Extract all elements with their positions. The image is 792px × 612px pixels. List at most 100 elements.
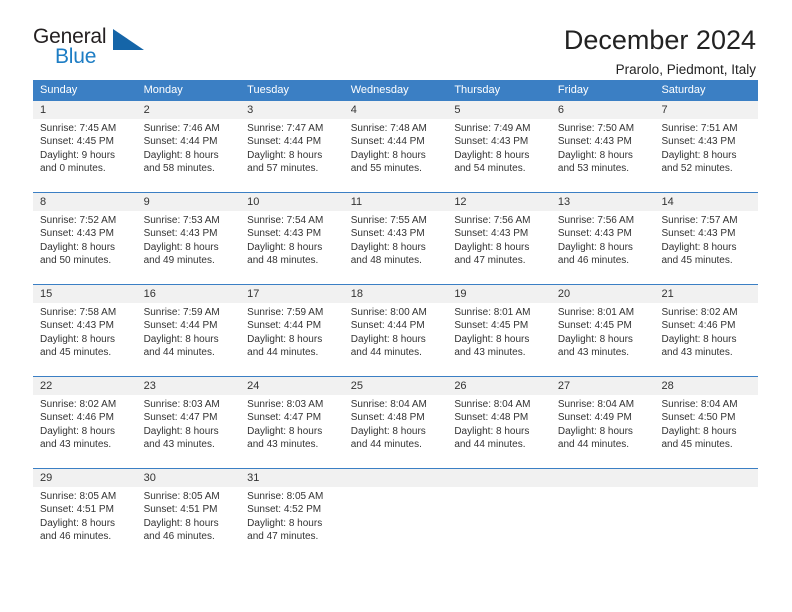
day-number[interactable]: 20 — [551, 285, 655, 303]
day-number[interactable]: 12 — [447, 193, 551, 211]
day-cell[interactable]: Sunrise: 7:53 AM Sunset: 4:43 PM Dayligh… — [137, 211, 241, 284]
day-cell[interactable]: Sunrise: 7:59 AM Sunset: 4:44 PM Dayligh… — [240, 303, 344, 376]
day-cell-empty — [654, 487, 758, 553]
page-subtitle: Prarolo, Piedmont, Italy — [615, 62, 756, 78]
day-cell[interactable]: Sunrise: 8:04 AM Sunset: 4:50 PM Dayligh… — [654, 395, 758, 468]
day-number[interactable]: 7 — [654, 101, 758, 119]
day-cell[interactable]: Sunrise: 7:50 AM Sunset: 4:43 PM Dayligh… — [551, 119, 655, 192]
general-blue-logo[interactable]: General Blue — [33, 26, 145, 76]
daylight-text-line1: Daylight: 8 hours — [661, 333, 737, 345]
day-cell[interactable]: Sunrise: 7:56 AM Sunset: 4:43 PM Dayligh… — [551, 211, 655, 284]
day-number[interactable]: 3 — [240, 101, 344, 119]
day-cell[interactable]: Sunrise: 8:02 AM Sunset: 4:46 PM Dayligh… — [33, 395, 137, 468]
daylight-text-line1: Daylight: 8 hours — [247, 333, 323, 345]
day-cell[interactable]: Sunrise: 8:01 AM Sunset: 4:45 PM Dayligh… — [447, 303, 551, 376]
day-cell[interactable]: Sunrise: 7:47 AM Sunset: 4:44 PM Dayligh… — [240, 119, 344, 192]
calendar-week-row: 1 2 3 4 5 6 7 Sunrise: 7:45 AM Sunset: 4… — [33, 100, 758, 192]
day-number[interactable]: 9 — [137, 193, 241, 211]
day-cell[interactable]: Sunrise: 7:58 AM Sunset: 4:43 PM Dayligh… — [33, 303, 137, 376]
day-cell[interactable]: Sunrise: 8:05 AM Sunset: 4:52 PM Dayligh… — [240, 487, 344, 553]
daylight-text-line1: Daylight: 8 hours — [454, 149, 530, 161]
sunset-text: Sunset: 4:46 PM — [661, 320, 736, 332]
sunset-text: Sunset: 4:48 PM — [454, 412, 529, 424]
day-number[interactable]: 1 — [33, 101, 137, 119]
day-number[interactable]: 13 — [551, 193, 655, 211]
sunset-text: Sunset: 4:43 PM — [557, 228, 632, 240]
weekday-header-row: Sunday Monday Tuesday Wednesday Thursday… — [33, 80, 758, 100]
day-cell[interactable]: Sunrise: 7:45 AM Sunset: 4:45 PM Dayligh… — [33, 119, 137, 192]
day-number[interactable]: 23 — [137, 377, 241, 395]
day-cell[interactable]: Sunrise: 7:56 AM Sunset: 4:43 PM Dayligh… — [447, 211, 551, 284]
day-cell[interactable]: Sunrise: 8:03 AM Sunset: 4:47 PM Dayligh… — [137, 395, 241, 468]
day-number[interactable]: 31 — [240, 469, 344, 487]
daylight-text-line2: and 47 minutes. — [454, 255, 526, 267]
day-number[interactable]: 27 — [551, 377, 655, 395]
day-number[interactable]: 6 — [551, 101, 655, 119]
day-cell[interactable]: Sunrise: 8:05 AM Sunset: 4:51 PM Dayligh… — [137, 487, 241, 553]
day-number[interactable]: 22 — [33, 377, 137, 395]
day-cell[interactable]: Sunrise: 7:55 AM Sunset: 4:43 PM Dayligh… — [344, 211, 448, 284]
weekday-header-saturday: Saturday — [661, 84, 706, 96]
week-body: Sunrise: 7:45 AM Sunset: 4:45 PM Dayligh… — [33, 119, 758, 192]
day-cell[interactable]: Sunrise: 8:04 AM Sunset: 4:48 PM Dayligh… — [344, 395, 448, 468]
day-number[interactable]: 21 — [654, 285, 758, 303]
day-number[interactable]: 11 — [344, 193, 448, 211]
day-cell[interactable]: Sunrise: 7:59 AM Sunset: 4:44 PM Dayligh… — [137, 303, 241, 376]
day-number[interactable]: 26 — [447, 377, 551, 395]
daylight-text-line1: Daylight: 8 hours — [143, 333, 219, 345]
sunset-text: Sunset: 4:51 PM — [143, 504, 218, 516]
day-number[interactable]: 4 — [344, 101, 448, 119]
sunset-text: Sunset: 4:43 PM — [247, 228, 322, 240]
day-cell[interactable]: Sunrise: 7:49 AM Sunset: 4:43 PM Dayligh… — [447, 119, 551, 192]
day-cell[interactable]: Sunrise: 8:04 AM Sunset: 4:48 PM Dayligh… — [447, 395, 551, 468]
calendar-week-row: 8 9 10 11 12 13 14 Sunrise: 7:52 AM Suns… — [33, 192, 758, 284]
daylight-text-line1: Daylight: 8 hours — [454, 425, 530, 437]
calendar-week-row: 22 23 24 25 26 27 28 Sunrise: 8:02 AM Su… — [33, 376, 758, 468]
day-cell[interactable]: Sunrise: 7:51 AM Sunset: 4:43 PM Dayligh… — [654, 119, 758, 192]
day-number[interactable]: 19 — [447, 285, 551, 303]
day-number[interactable]: 24 — [240, 377, 344, 395]
day-cell[interactable]: Sunrise: 7:52 AM Sunset: 4:43 PM Dayligh… — [33, 211, 137, 284]
daylight-text-line2: and 44 minutes. — [143, 347, 215, 359]
logo-triangle-icon — [113, 29, 144, 50]
day-number[interactable]: 28 — [654, 377, 758, 395]
day-cell[interactable]: Sunrise: 8:05 AM Sunset: 4:51 PM Dayligh… — [33, 487, 137, 553]
day-number[interactable]: 29 — [33, 469, 137, 487]
page-title: December 2024 — [563, 25, 756, 55]
daylight-text-line1: Daylight: 8 hours — [143, 241, 219, 253]
day-number[interactable]: 18 — [344, 285, 448, 303]
daylight-text-line1: Daylight: 9 hours — [40, 149, 116, 161]
day-number[interactable]: 25 — [344, 377, 448, 395]
day-number[interactable]: 5 — [447, 101, 551, 119]
sunset-text: Sunset: 4:44 PM — [350, 320, 425, 332]
day-number[interactable]: 30 — [137, 469, 241, 487]
day-cell[interactable]: Sunrise: 8:02 AM Sunset: 4:46 PM Dayligh… — [654, 303, 758, 376]
day-cell[interactable]: Sunrise: 8:00 AM Sunset: 4:44 PM Dayligh… — [344, 303, 448, 376]
sunset-text: Sunset: 4:52 PM — [247, 504, 322, 516]
day-cell[interactable]: Sunrise: 8:03 AM Sunset: 4:47 PM Dayligh… — [240, 395, 344, 468]
day-number[interactable]: 17 — [240, 285, 344, 303]
day-cell[interactable]: Sunrise: 8:01 AM Sunset: 4:45 PM Dayligh… — [551, 303, 655, 376]
week-date-band: 15 16 17 18 19 20 21 — [33, 285, 758, 303]
day-cell[interactable]: Sunrise: 7:57 AM Sunset: 4:43 PM Dayligh… — [654, 211, 758, 284]
day-number[interactable]: 10 — [240, 193, 344, 211]
sunset-text: Sunset: 4:47 PM — [143, 412, 218, 424]
calendar-week-row: 29 30 31 Sunrise: 8:05 AM Sunset: 4:51 P… — [33, 468, 758, 553]
day-cell[interactable]: Sunrise: 7:46 AM Sunset: 4:44 PM Dayligh… — [137, 119, 241, 192]
day-number-empty — [344, 469, 448, 487]
day-number[interactable]: 16 — [137, 285, 241, 303]
daylight-text-line1: Daylight: 8 hours — [454, 241, 530, 253]
day-number[interactable]: 14 — [654, 193, 758, 211]
day-number[interactable]: 8 — [33, 193, 137, 211]
day-cell[interactable]: Sunrise: 8:04 AM Sunset: 4:49 PM Dayligh… — [551, 395, 655, 468]
day-cell[interactable]: Sunrise: 7:48 AM Sunset: 4:44 PM Dayligh… — [344, 119, 448, 192]
sunrise-text: Sunrise: 8:04 AM — [557, 399, 635, 410]
day-number[interactable]: 15 — [33, 285, 137, 303]
daylight-text-line1: Daylight: 8 hours — [247, 149, 323, 161]
day-number[interactable]: 2 — [137, 101, 241, 119]
sunrise-text: Sunrise: 8:05 AM — [40, 491, 117, 502]
daylight-text-line2: and 43 minutes. — [557, 347, 630, 359]
day-number-empty — [447, 469, 551, 487]
day-cell[interactable]: Sunrise: 7:54 AM Sunset: 4:43 PM Dayligh… — [240, 211, 344, 284]
week-body: Sunrise: 7:52 AM Sunset: 4:43 PM Dayligh… — [33, 211, 758, 284]
